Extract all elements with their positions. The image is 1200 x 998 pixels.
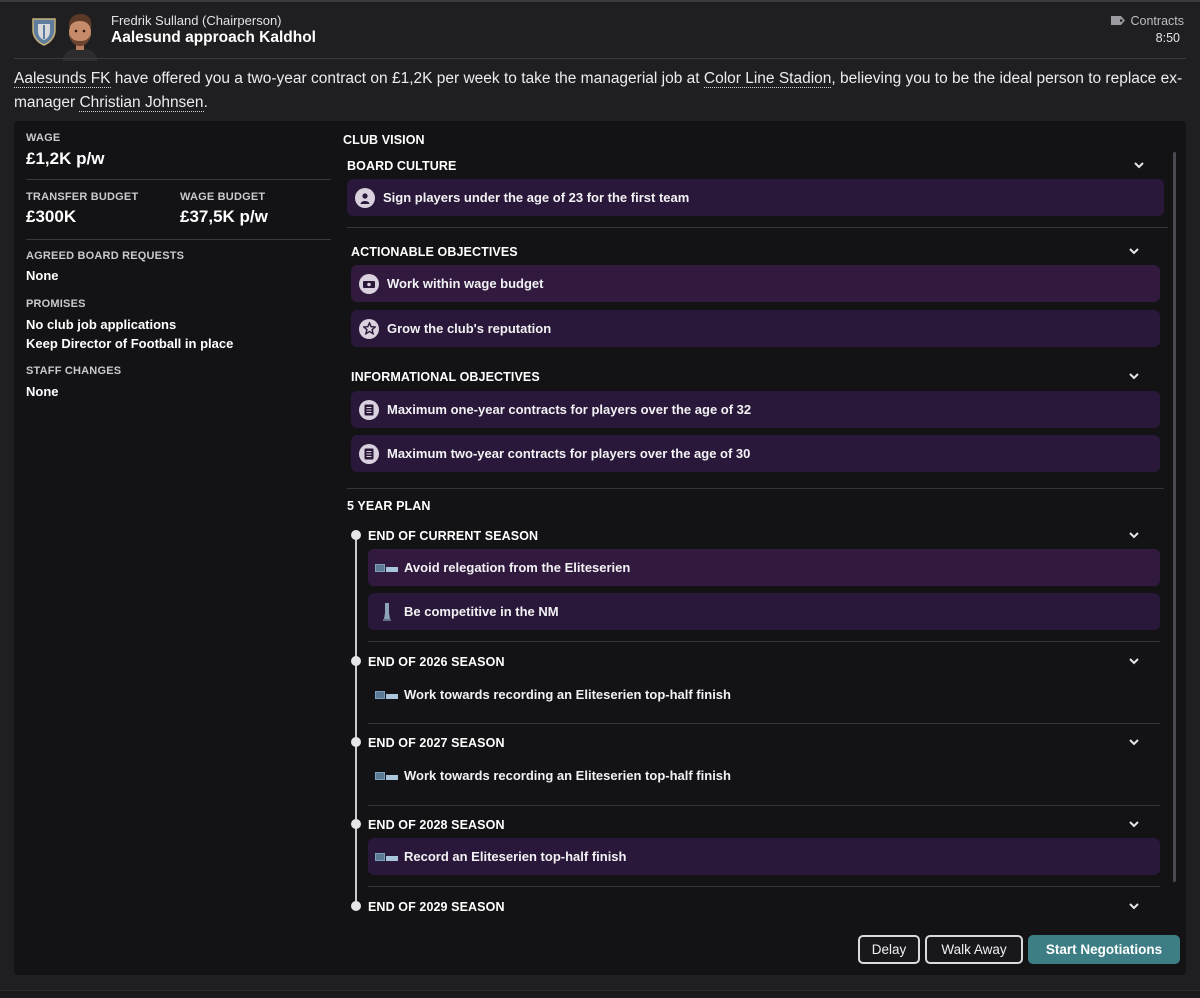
wage-value: £1,2K p/w xyxy=(26,149,105,168)
objective-text: Record an Eliteserien top-half finish xyxy=(404,849,627,864)
objective-text: Work towards recording an Eliteserien to… xyxy=(404,687,731,702)
club-vision-title: CLUB VISION xyxy=(343,133,425,147)
timeline-dot xyxy=(351,656,361,666)
objective-text: Avoid relegation from the Eliteserien xyxy=(404,560,631,575)
league-table-icon xyxy=(375,688,399,702)
transfer-budget-label: TRANSFER BUDGET xyxy=(26,191,139,203)
promise-item: Keep Director of Football in place xyxy=(26,336,234,351)
chevron-down-icon[interactable] xyxy=(1128,655,1140,667)
objective-text: Work towards recording an Eliteserien to… xyxy=(404,768,731,783)
window-bottom-border xyxy=(0,990,1200,998)
actionable-objectives-title[interactable]: ACTIONABLE OBJECTIVES xyxy=(351,245,518,259)
stadium-link[interactable]: Color Line Stadion xyxy=(703,70,832,88)
chevron-down-icon[interactable] xyxy=(1128,900,1140,912)
plan-objective-item[interactable]: Work towards recording an Eliteserien to… xyxy=(368,757,1160,794)
ex-manager-link[interactable]: Christian Johnsen xyxy=(79,94,204,112)
message-time: 8:50 xyxy=(1155,31,1180,45)
plan-objective-item[interactable]: Work towards recording an Eliteserien to… xyxy=(368,676,1160,713)
chevron-down-icon[interactable] xyxy=(1128,370,1140,382)
divider xyxy=(26,239,331,240)
chairperson-avatar[interactable] xyxy=(58,11,102,61)
divider xyxy=(368,723,1160,724)
plan-stage-title[interactable]: END OF 2028 SEASON xyxy=(368,818,505,832)
plan-objective-item[interactable]: Be competitive in the NM xyxy=(368,593,1160,630)
start-negotiations-button[interactable]: Start Negotiations xyxy=(1028,935,1180,964)
divider xyxy=(368,641,1160,642)
informational-objective-item[interactable]: Maximum two-year contracts for players o… xyxy=(351,435,1160,472)
informational-objectives-title[interactable]: INFORMATIONAL OBJECTIVES xyxy=(351,370,540,384)
chevron-down-icon[interactable] xyxy=(1133,159,1145,171)
plan-stage-title[interactable]: END OF 2029 SEASON xyxy=(368,900,505,914)
document-icon xyxy=(359,443,379,464)
objective-text: Maximum one-year contracts for players o… xyxy=(387,402,752,417)
objective-text: Grow the club's reputation xyxy=(387,321,552,336)
star-icon xyxy=(359,318,379,339)
person-icon xyxy=(355,187,375,208)
objective-text: Work within wage budget xyxy=(387,276,544,291)
divider xyxy=(368,886,1160,887)
divider xyxy=(347,488,1164,489)
chevron-down-icon[interactable] xyxy=(1128,245,1140,257)
wage-budget-label: WAGE BUDGET xyxy=(180,191,266,203)
plan-timeline xyxy=(355,533,357,905)
message-text: have offered you a two-year contract on … xyxy=(110,70,704,87)
plan-stage-title[interactable]: END OF 2026 SEASON xyxy=(368,655,505,669)
objective-text: Be competitive in the NM xyxy=(404,604,559,619)
league-table-icon xyxy=(375,561,399,575)
plan-objective-item[interactable]: Avoid relegation from the Eliteserien xyxy=(368,549,1160,586)
sender-name[interactable]: Fredrik Sulland (Chairperson) xyxy=(111,13,282,28)
chevron-down-icon[interactable] xyxy=(1128,818,1140,830)
actionable-objective-item[interactable]: Grow the club's reputation xyxy=(351,310,1160,347)
divider xyxy=(368,805,1160,806)
timeline-dot xyxy=(351,530,361,540)
category-label: Contracts xyxy=(1130,14,1185,28)
board-culture-item[interactable]: Sign players under the age of 23 for the… xyxy=(347,179,1164,216)
tag-icon xyxy=(1110,14,1125,28)
chevron-down-icon[interactable] xyxy=(1128,529,1140,541)
staff-changes-label: STAFF CHANGES xyxy=(26,365,122,377)
promises-label: PROMISES xyxy=(26,298,86,310)
walk-away-button[interactable]: Walk Away xyxy=(925,935,1023,964)
message-body: Aalesunds FK have offered you a two-year… xyxy=(14,67,1186,115)
club-link[interactable]: Aalesunds FK xyxy=(14,70,111,88)
wage-label: WAGE xyxy=(26,132,61,144)
league-table-icon xyxy=(375,850,399,864)
trophy-icon xyxy=(375,602,399,621)
message-text: . xyxy=(203,94,208,111)
timeline-dot xyxy=(351,901,361,911)
message-subject: Aalesund approach Kaldhol xyxy=(111,29,316,46)
money-icon xyxy=(359,273,379,294)
informational-objective-item[interactable]: Maximum one-year contracts for players o… xyxy=(351,391,1160,428)
delay-button[interactable]: Delay xyxy=(858,935,920,964)
league-table-icon xyxy=(375,769,399,783)
timeline-dot xyxy=(351,737,361,747)
message-category[interactable]: Contracts xyxy=(1110,14,1185,28)
actionable-objective-item[interactable]: Work within wage budget xyxy=(351,265,1160,302)
header-divider xyxy=(14,58,1186,59)
divider xyxy=(26,179,331,180)
club-crest-icon xyxy=(31,16,57,46)
timeline-dot xyxy=(351,819,361,829)
plan-stage-title[interactable]: END OF 2027 SEASON xyxy=(368,736,505,750)
board-requests-value: None xyxy=(26,268,59,283)
plan-objective-item[interactable]: Record an Eliteserien top-half finish xyxy=(368,838,1160,875)
plan-stage-title[interactable]: END OF CURRENT SEASON xyxy=(368,529,538,543)
divider xyxy=(347,227,1168,228)
board-culture-title[interactable]: BOARD CULTURE xyxy=(347,159,456,173)
staff-changes-value: None xyxy=(26,384,59,399)
document-icon xyxy=(359,399,379,420)
objective-text: Sign players under the age of 23 for the… xyxy=(383,190,690,205)
five-year-plan-title: 5 YEAR PLAN xyxy=(347,499,431,513)
objective-text: Maximum two-year contracts for players o… xyxy=(387,446,751,461)
transfer-budget-value: £300K xyxy=(26,207,77,226)
promise-item: No club job applications xyxy=(26,317,177,332)
vertical-scrollbar[interactable] xyxy=(1173,152,1176,882)
chevron-down-icon[interactable] xyxy=(1128,736,1140,748)
wage-budget-value: £37,5K p/w xyxy=(180,207,268,226)
message-header: Fredrik Sulland (Chairperson) Aalesund a… xyxy=(0,2,1200,61)
board-requests-label: AGREED BOARD REQUESTS xyxy=(26,250,185,262)
